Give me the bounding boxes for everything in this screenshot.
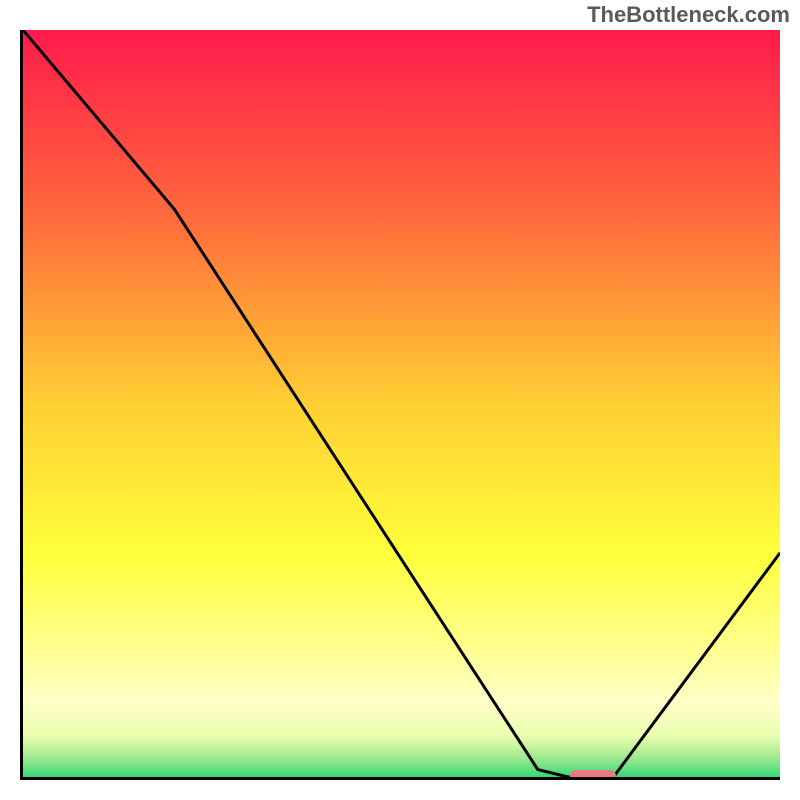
optimal-marker	[570, 770, 616, 780]
chart-container: TheBottleneck.com	[0, 0, 800, 800]
curve-line	[23, 30, 780, 777]
plot-area	[20, 30, 780, 780]
watermark-text: TheBottleneck.com	[587, 2, 790, 28]
